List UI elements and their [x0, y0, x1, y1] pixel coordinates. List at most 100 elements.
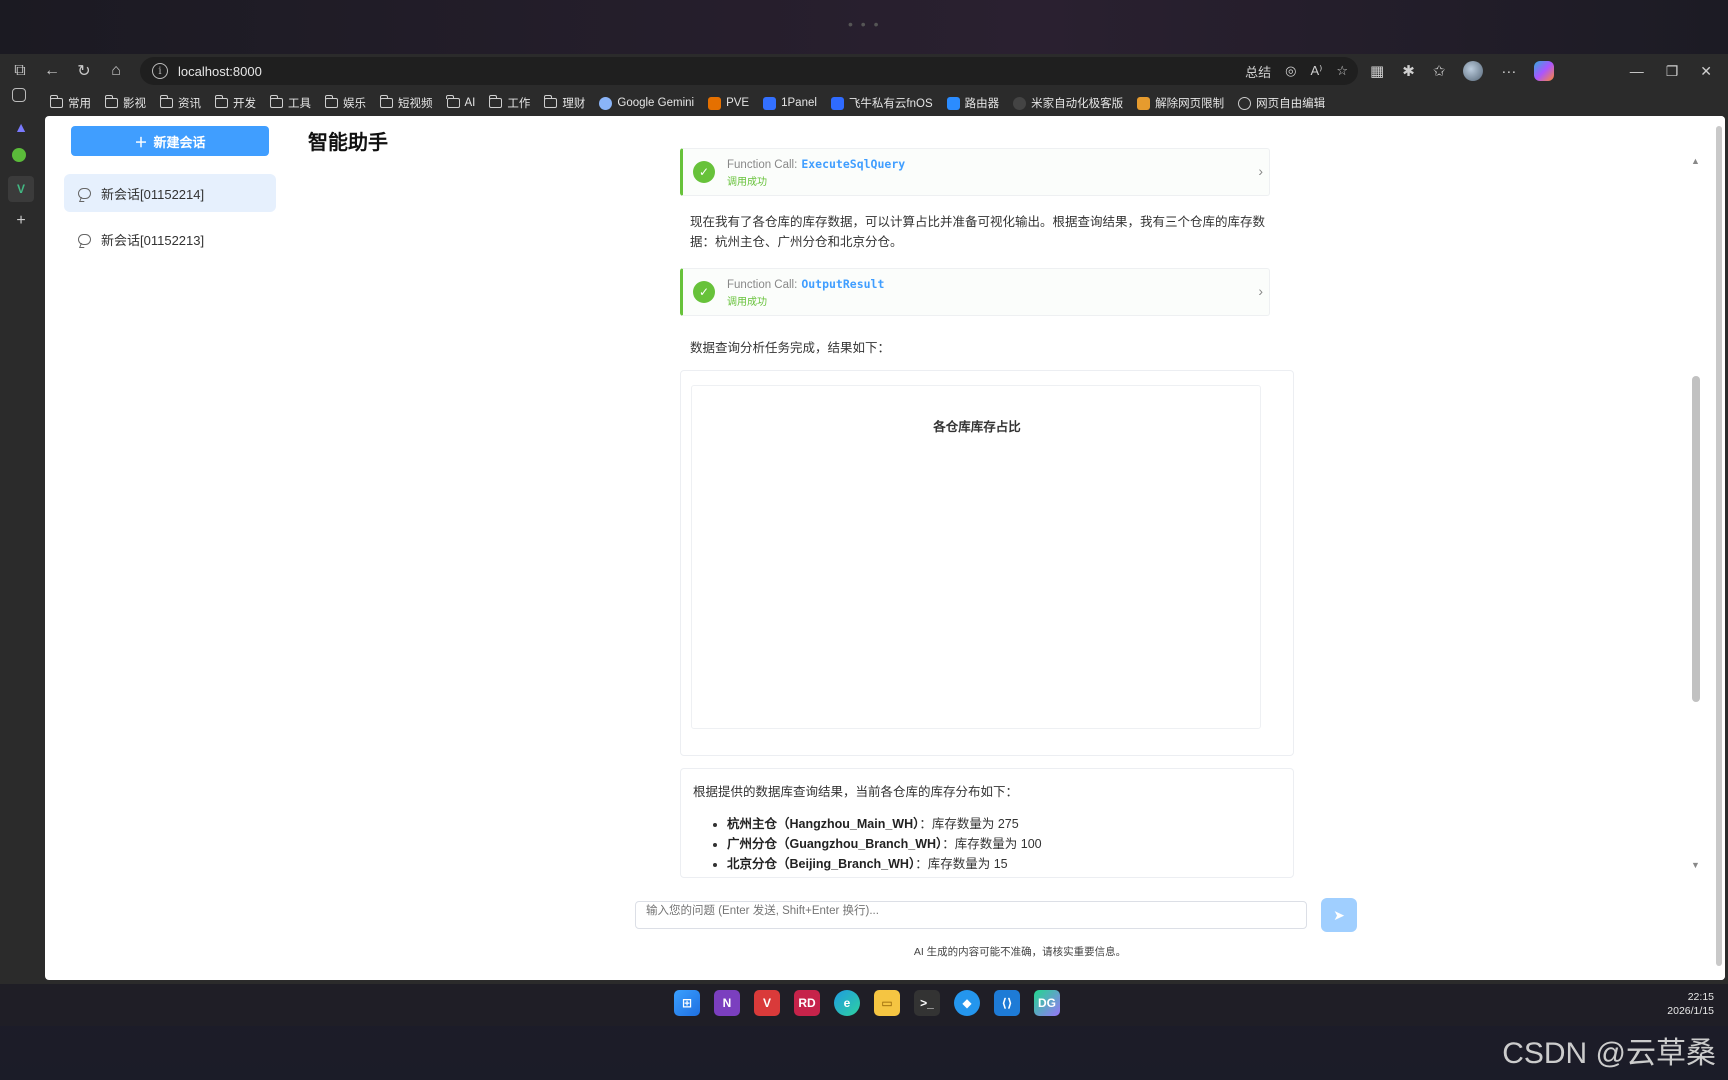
bookmark-folder[interactable]: AI — [446, 95, 475, 109]
folder-icon — [488, 95, 503, 108]
edge-icon[interactable]: e — [834, 990, 860, 1016]
refresh-icon[interactable]: ↻ — [68, 55, 100, 87]
docker-icon[interactable]: ◆ — [954, 990, 980, 1016]
bookmark-folder[interactable]: 资讯 — [159, 95, 201, 111]
rider-icon[interactable]: RD — [794, 990, 820, 1016]
datagrip-icon[interactable]: DG — [1034, 990, 1060, 1016]
bookmark-label: 路由器 — [964, 98, 1000, 110]
translate-icon[interactable]: ◎ — [1285, 63, 1296, 79]
folder-icon — [104, 95, 118, 108]
extensions-icon[interactable]: ✱ — [1402, 62, 1415, 80]
minimize-icon[interactable]: — — [1630, 63, 1644, 79]
question-input[interactable] — [635, 901, 1307, 929]
send-button[interactable]: ➤ — [1321, 898, 1357, 932]
gemini-icon — [599, 96, 613, 110]
wifi-icon — [946, 96, 960, 110]
read-aloud-icon[interactable]: A⁾ — [1310, 63, 1322, 79]
url-text[interactable]: localhost:8000 — [178, 64, 262, 79]
list-item: 北京分仓（Beijing_Branch_WH）：库存数量为 15 — [727, 854, 1281, 874]
session-item[interactable]: 新会话[01152213] — [64, 220, 276, 258]
answer-intro: 根据提供的数据库查询结果，当前各仓库的库存分布如下： — [693, 785, 1019, 799]
bookmark-folder[interactable]: 开发 — [214, 95, 256, 111]
function-name: OutputResult — [801, 276, 885, 291]
bookmark-link[interactable]: 米家自动化极客版 — [1013, 95, 1123, 111]
bookmark-link[interactable]: 飞牛私有云fnOS — [830, 95, 933, 111]
bookmark-folder[interactable]: 工作 — [488, 95, 530, 111]
chevron-right-icon[interactable]: › — [1258, 163, 1263, 179]
function-name: ExecuteSqlQuery — [801, 156, 906, 171]
page-scrollbar[interactable] — [1713, 116, 1725, 980]
bookmark-label: 影视 — [123, 98, 146, 110]
1panel-icon — [763, 96, 777, 110]
chevron-right-icon[interactable]: › — [1258, 283, 1263, 299]
bookmark-folder[interactable]: 短视频 — [379, 95, 433, 111]
vivaldi-icon[interactable]: V — [754, 990, 780, 1016]
folder-icon — [379, 95, 393, 108]
function-call-card[interactable]: ✓ Function Call: ExecuteSqlQuery 调用成功 › — [680, 148, 1270, 196]
summary-button[interactable]: 总结 — [1245, 62, 1271, 81]
mijia-icon — [1013, 96, 1027, 110]
onenote-icon[interactable]: N — [714, 990, 740, 1016]
scroll-up-icon[interactable]: ▲ — [1691, 156, 1700, 166]
site-info-icon[interactable]: i — [152, 63, 168, 79]
bookmark-link[interactable]: 1Panel — [763, 96, 817, 110]
back-icon[interactable]: ← — [36, 55, 68, 87]
close-icon[interactable]: ✕ — [1700, 63, 1712, 80]
bookmark-label: 娱乐 — [343, 98, 366, 110]
profile-avatar[interactable] — [1463, 61, 1484, 81]
bookmark-link[interactable]: 解除网页限制 — [1137, 95, 1224, 111]
extension-triangle-icon[interactable]: ▲ — [12, 118, 30, 136]
add-icon[interactable]: + — [12, 212, 30, 230]
chat-scrollbar[interactable]: ▲ ▼ — [1690, 156, 1702, 876]
function-status: 调用成功 — [727, 296, 767, 308]
clock-time: 22:15 — [1687, 991, 1714, 1003]
session-sidebar: ＋ 新建会话 新会话[01152214] 新会话[01152213] — [45, 116, 285, 980]
file-explorer-icon[interactable]: ▭ — [874, 990, 900, 1016]
page-scrollbar-thumb[interactable] — [1716, 126, 1722, 966]
vue-extension-icon[interactable]: V — [8, 176, 34, 202]
bookmark-folder[interactable]: 理财 — [543, 95, 586, 111]
favorite-star-icon[interactable]: ☆ — [1336, 63, 1348, 79]
bookmark-link[interactable]: 路由器 — [946, 95, 1000, 111]
system-clock[interactable]: 22:15 2026/1/15 — [1667, 990, 1714, 1018]
session-item[interactable]: 新会话[01152214] — [64, 174, 276, 212]
more-icon[interactable]: ··· — [1501, 63, 1516, 80]
scroll-down-icon[interactable]: ▼ — [1691, 860, 1700, 870]
warehouse-value: ：库存数量为 100 — [942, 837, 1042, 851]
warehouse-value: ：库存数量为 15 — [915, 857, 1008, 871]
home-icon[interactable]: ⌂ — [100, 55, 132, 87]
scrollbar-thumb[interactable] — [1692, 376, 1700, 702]
tabs-panel-icon[interactable] — [12, 88, 26, 102]
new-chat-button[interactable]: ＋ 新建会话 — [71, 126, 269, 156]
fnos-icon — [830, 96, 844, 110]
address-bar[interactable]: i localhost:8000 总结 ◎ A⁾ ☆ — [140, 57, 1358, 85]
tab-actions-icon[interactable]: ⧉ — [4, 55, 36, 87]
qr-code-icon[interactable]: ▦ — [1370, 62, 1384, 80]
bookmark-label: 理财 — [562, 98, 586, 110]
vscode-icon[interactable]: ⟨⟩ — [994, 990, 1020, 1016]
copilot-icon[interactable] — [1534, 61, 1555, 81]
bookmark-link[interactable]: 网页自由编辑 — [1238, 95, 1325, 111]
terminal-icon[interactable]: >_ — [914, 990, 940, 1016]
bookmark-folder[interactable]: 娱乐 — [324, 95, 366, 111]
ai-disclaimer: AI 生成的内容可能不准确，请核实重要信息。 — [913, 946, 1127, 958]
favorites-icon[interactable]: ✩ — [1433, 62, 1446, 80]
bookmark-folder[interactable]: 影视 — [104, 95, 146, 111]
bookmark-link[interactable]: PVE — [708, 96, 749, 110]
folder-icon — [214, 95, 228, 108]
extension-green-icon[interactable] — [12, 148, 26, 162]
window-grip-dots[interactable]: • • • — [848, 16, 880, 32]
clock-date: 2026/1/15 — [1667, 1005, 1714, 1017]
session-label: 新会话[01152213] — [101, 232, 205, 248]
bookmark-folder[interactable]: 常用 — [49, 95, 91, 111]
restore-icon[interactable]: ❐ — [1666, 63, 1679, 80]
bookmark-folder[interactable]: 工具 — [269, 95, 311, 111]
check-icon: ✓ — [693, 281, 715, 303]
folder-icon — [159, 95, 173, 108]
bookmark-link[interactable]: Google Gemini — [599, 96, 694, 110]
address-bar-actions: 总结 ◎ A⁾ ☆ — [1245, 57, 1348, 85]
windows-start-icon[interactable]: ⊞ — [674, 990, 700, 1016]
function-call-card[interactable]: ✓ Function Call: OutputResult 调用成功 › — [680, 268, 1270, 316]
bookmark-label: 米家自动化极客版 — [1031, 98, 1124, 110]
browser-side-rail: ▲ V + — [0, 88, 42, 968]
